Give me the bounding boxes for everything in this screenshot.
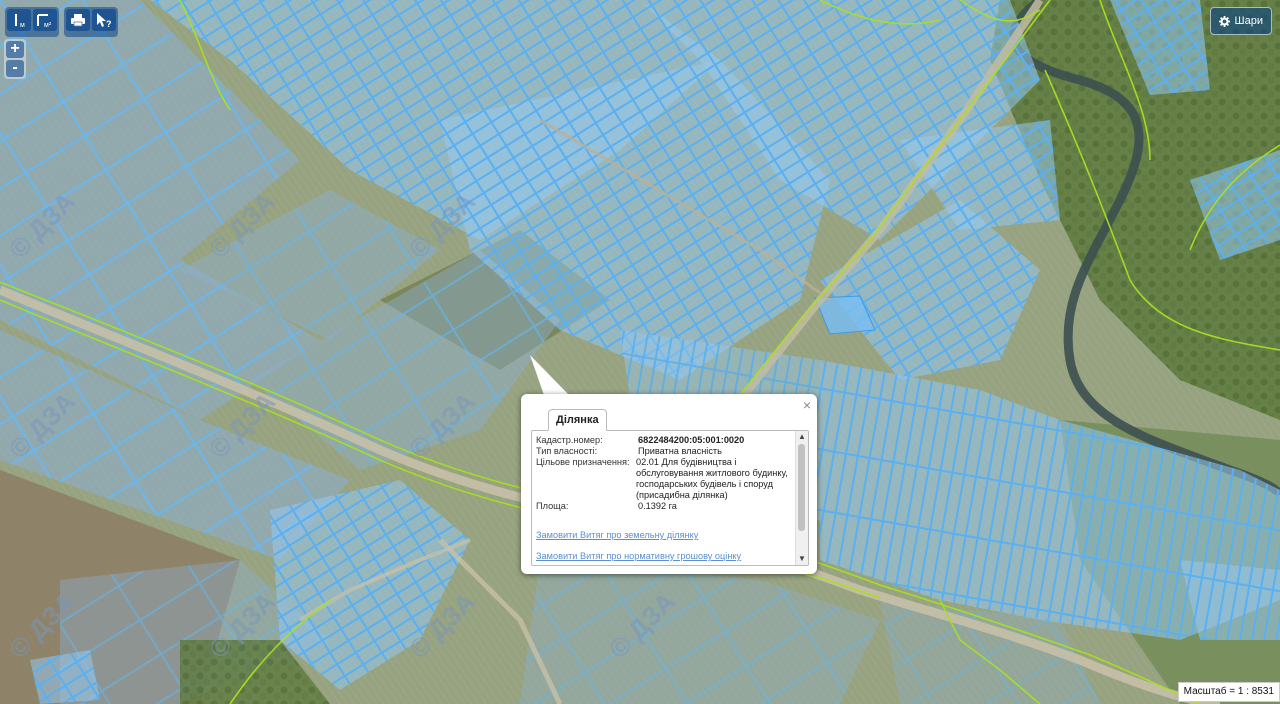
svg-text:м²: м² <box>44 22 52 29</box>
watermark-text: © ДЗА <box>203 186 281 264</box>
layers-button-label: Шари <box>1234 15 1263 27</box>
scrollbar-thumb[interactable] <box>798 444 805 531</box>
gear-icon <box>1218 15 1230 27</box>
watermark-text: © ДЗА <box>3 186 81 264</box>
zoom-out-button[interactable]: - <box>6 60 24 77</box>
field-label: Тип власності: <box>536 446 598 456</box>
field-purpose: Цільове призначення: 02.01 Для будівницт… <box>536 457 790 501</box>
zoom-control: + - <box>4 39 26 79</box>
watermark-text: © ДЗА <box>403 186 481 264</box>
measure-length-button[interactable]: м <box>7 9 31 31</box>
field-label: Площа: <box>536 501 569 511</box>
field-ownership-type: Тип власності: Приватна власність <box>536 446 790 457</box>
tools-toolbar: ? <box>64 7 118 37</box>
parcel-details: Кадастр.номер: 6822484200:05:001:0020 Ти… <box>536 435 790 561</box>
pointer-question-icon: ? <box>97 13 112 28</box>
print-icon <box>71 14 85 27</box>
order-parcel-extract-link[interactable]: Замовити Витяг про земельну ділянку <box>536 530 790 540</box>
scale-indicator: Масштаб = 1 : 8531 <box>1177 682 1280 702</box>
svg-text:?: ? <box>106 19 112 28</box>
watermark-text: © ДЗА <box>203 586 281 664</box>
measure-toolbar: м м² <box>5 7 59 37</box>
svg-text:м: м <box>20 22 25 29</box>
field-area: Площа: 0.1392 га <box>536 501 790 512</box>
watermark-text: © ДЗА <box>3 586 81 664</box>
field-label: Кадастр.номер: <box>536 435 603 445</box>
identify-button[interactable]: ? <box>92 9 116 31</box>
ruler-area-icon: м² <box>37 14 52 29</box>
watermark-text: © ДЗА <box>3 386 81 464</box>
parcel-info-popup: × Ділянка Кадастр.номер: 6822484200:05:0… <box>521 394 817 574</box>
tab-parcel[interactable]: Ділянка <box>548 409 607 431</box>
popup-body: Кадастр.номер: 6822484200:05:001:0020 Ти… <box>531 430 809 566</box>
chevron-up-icon[interactable]: ▲ <box>796 431 808 443</box>
map-canvas[interactable]: © ДЗА © ДЗА © ДЗА © ДЗА © ДЗА © ДЗА © ДЗ… <box>0 0 1280 704</box>
field-cadastral-number: Кадастр.номер: 6822484200:05:001:0020 <box>536 435 790 446</box>
watermark-text: © ДЗА <box>203 386 281 464</box>
close-icon[interactable]: × <box>803 398 811 412</box>
watermark-text: © ДЗА <box>603 586 681 664</box>
field-value: 02.01 Для будівництва і обслуговування ж… <box>636 457 788 500</box>
measure-area-button[interactable]: м² <box>33 9 57 31</box>
zoom-in-button[interactable]: + <box>6 41 24 58</box>
chevron-down-icon[interactable]: ▼ <box>796 553 808 565</box>
watermark-text: © ДЗА <box>403 386 481 464</box>
field-value: Приватна власність <box>638 446 722 456</box>
watermark-text: © ДЗА <box>403 586 481 664</box>
field-value: 6822484200:05:001:0020 <box>638 435 745 445</box>
field-label: Цільове призначення: <box>536 457 630 467</box>
ruler-length-icon: м <box>15 14 25 29</box>
watermark-layer: © ДЗА © ДЗА © ДЗА © ДЗА © ДЗА © ДЗА © ДЗ… <box>3 186 681 664</box>
print-button[interactable] <box>66 9 90 31</box>
popup-scrollbar[interactable]: ▲ ▼ <box>795 431 808 565</box>
order-valuation-extract-link[interactable]: Замовити Витяг про нормативну грошову оц… <box>536 551 790 561</box>
field-value: 0.1392 га <box>638 501 677 511</box>
layers-button[interactable]: Шари <box>1209 7 1272 35</box>
